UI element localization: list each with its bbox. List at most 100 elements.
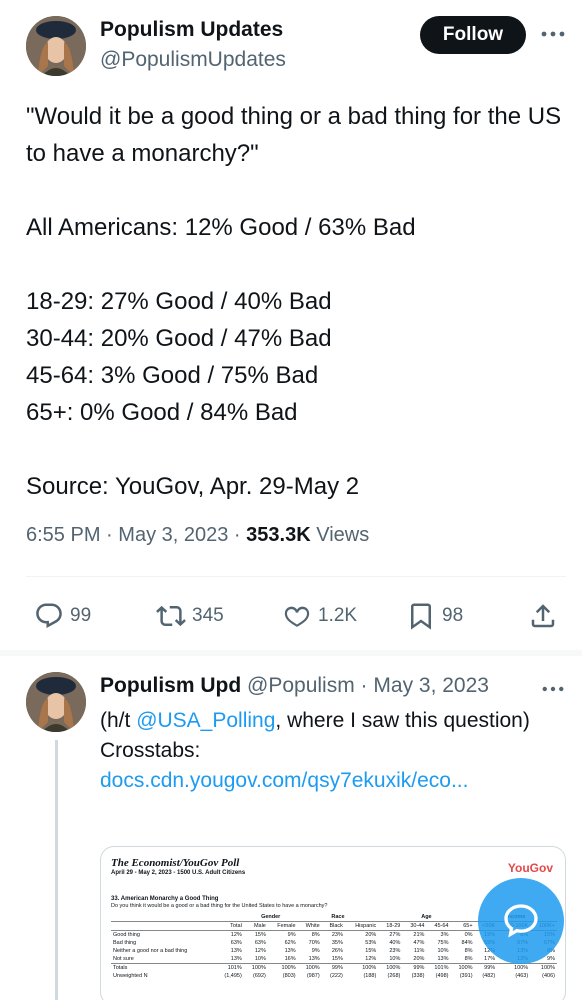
table-cell: 100% [267, 963, 298, 972]
table-cell: (803) [282, 973, 296, 979]
table-cell: 99% [321, 963, 345, 972]
table-row: Not sure 13% 10% 16% 13% 15% 12% 10% 20% 13% 8% 17%… [111, 955, 557, 964]
like-count: 1.2K [318, 605, 358, 626]
follow-button[interactable]: Follow [420, 16, 526, 54]
table-cell: 15% [331, 956, 343, 962]
tweet-line: All Americans: 12% Good / 63% Bad [26, 214, 416, 241]
group-header: Gender [243, 913, 298, 922]
avatar[interactable] [26, 16, 86, 76]
table-cell: 100% [378, 963, 403, 972]
table-cell: (268) [387, 973, 401, 979]
table-cell: 101% [215, 963, 244, 972]
table-cell: 3% [440, 932, 449, 938]
tweet-line: 45-64: 3% Good / 75% Bad [26, 362, 319, 389]
reply-text-line: (h/t @USA_Polling, where I saw this ques… [100, 706, 560, 736]
table-cell: (391) [459, 973, 473, 979]
reply-author-handle[interactable]: @Populism [247, 674, 355, 697]
table-cell: 100% [530, 963, 557, 972]
table-cell: 11% [413, 948, 425, 954]
bookmark-button[interactable]: 98 [406, 596, 463, 636]
tweet-line: 30-44: 20% Good / 47% Bad [26, 325, 332, 352]
bookmark-count: 98 [442, 605, 464, 626]
views-count: 353.3K [246, 524, 311, 546]
table-cell: 40% [389, 940, 401, 946]
reply-more-button[interactable] [540, 678, 566, 700]
column-header: 18-29 [378, 921, 403, 931]
reply-date[interactable]: May 3, 2023 [373, 674, 489, 697]
more-options-button[interactable] [538, 22, 568, 46]
table-cell: 20% [413, 956, 425, 962]
tweet-line: 65+: 0% Good / 84% Bad [26, 399, 298, 426]
table-cell: 70% [308, 940, 320, 946]
retweet-button[interactable]: 345 [156, 596, 224, 636]
table-cell: 101% [426, 963, 451, 972]
table-cell: 10% [389, 956, 401, 962]
reply-button[interactable]: 99 [34, 596, 91, 636]
table-cell: 12% [230, 932, 242, 938]
tweet-line: Source: YouGov, Apr. 29-May 2 [26, 473, 360, 500]
table-cell: 23% [331, 932, 343, 938]
share-button[interactable] [528, 596, 558, 636]
table-cell: 53% [365, 940, 377, 946]
table-cell: 10% [437, 948, 449, 954]
meta-separator: · [106, 524, 113, 546]
table-cell: (222) [330, 973, 343, 979]
table-cell: (987) [306, 973, 320, 979]
table-cell: (498) [435, 973, 449, 979]
table-cell: 47% [413, 940, 425, 946]
reply-icon [36, 603, 62, 629]
crosstabs-label: Crosstabs: [100, 739, 201, 762]
group-header: Race [297, 913, 379, 922]
tweet-date[interactable]: May 3, 2023 [118, 524, 228, 546]
table-cell: 12% [365, 956, 377, 962]
reply-avatar[interactable] [26, 672, 86, 732]
table-cell: 0% [464, 932, 473, 938]
poll-title: The Economist/YouGov Poll [111, 857, 240, 869]
like-button[interactable]: 1.2K [282, 596, 357, 636]
table-cell: 13% [437, 956, 449, 962]
table-cell: 13% [230, 956, 242, 962]
more-icon [542, 686, 564, 692]
table-cell: Neither a good nor a bad thing [113, 948, 188, 954]
table-cell: 20% [365, 932, 377, 938]
column-header [111, 921, 216, 931]
views-label: Views [316, 524, 370, 546]
table-cell: 35% [331, 940, 343, 946]
table-cell: 15% [365, 948, 377, 954]
message-bubble-icon [504, 904, 538, 938]
mention-link[interactable]: @USA_Polling [136, 709, 275, 732]
group-header: Age [378, 913, 475, 922]
column-header: 30-44 [402, 921, 427, 931]
table-cell: 9% [311, 948, 320, 954]
column-header: White [297, 921, 322, 931]
reply-author-name[interactable]: Populism Upd [100, 674, 241, 697]
table-cell: (188) [363, 973, 377, 979]
table-cell: 23% [389, 948, 401, 954]
column-header: Hispanic [344, 921, 379, 931]
tweet-line-gap [26, 431, 566, 468]
table-cell: (463) [515, 973, 529, 979]
author-handle[interactable]: @PopulismUpdates [100, 48, 286, 72]
table-cell: Totals [111, 963, 216, 972]
compose-message-button[interactable] [478, 878, 564, 964]
table-cell: 100% [344, 963, 379, 972]
table-cell: (1,495) [224, 973, 242, 979]
reply-text: (h/t @USA_Polling, where I saw this ques… [100, 706, 560, 796]
crosstabs-link[interactable]: docs.cdn.yougov.com/qsy7ekuxik/eco... [100, 766, 560, 796]
table-row: Unweighted N (1,495) (692) (803) (987) (222) (… [111, 972, 557, 980]
avatar-image [26, 16, 86, 76]
reply-text-suffix: , where I saw this question) [275, 709, 530, 732]
tweet-meta: 6:55 PM · May 3, 2023 · 353.3K Views [26, 524, 369, 547]
reply-count: 99 [70, 605, 92, 626]
table-cell: (338) [411, 973, 425, 979]
table-cell: 16% [284, 956, 296, 962]
column-header: Total [215, 921, 244, 931]
reply-separator: · [360, 674, 368, 697]
table-cell: 100% [243, 963, 268, 972]
tweet-time[interactable]: 6:55 PM [26, 524, 100, 546]
author-name[interactable]: Populism Updates [100, 18, 283, 42]
table-cell: 27% [389, 932, 401, 938]
share-icon [531, 604, 555, 628]
column-header: 45-64 [426, 921, 451, 931]
reply-header: Populism Upd @Populism · May 3, 2023 [100, 674, 570, 698]
